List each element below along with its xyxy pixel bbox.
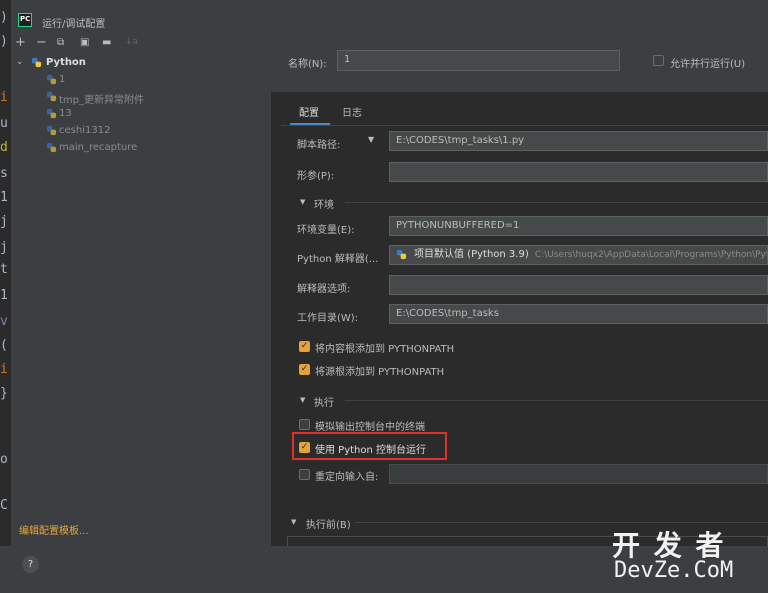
editor-code-char: C bbox=[0, 498, 8, 513]
params-field[interactable] bbox=[389, 162, 768, 182]
editor-code-char: } bbox=[0, 386, 8, 401]
name-label: 名称(N): bbox=[288, 59, 327, 70]
script-path-label: 脚本路径: bbox=[297, 140, 341, 151]
python-config-icon bbox=[46, 125, 57, 136]
editor-code-char: v bbox=[0, 314, 8, 329]
help-button[interactable]: ? bbox=[22, 556, 39, 573]
interpreter-python-icon bbox=[396, 249, 407, 260]
tree-item[interactable]: main_recapture bbox=[59, 142, 137, 153]
editor-code-char: j bbox=[0, 240, 8, 255]
interp-options-label: 解释器选项: bbox=[297, 284, 351, 295]
env-vars-label: 环境变量(E): bbox=[297, 225, 355, 236]
editor-code-char: 1 bbox=[0, 288, 8, 303]
allow-parallel-label: 允许并行运行(U) bbox=[670, 59, 746, 70]
script-type-dropdown-icon[interactable]: ▼ bbox=[368, 135, 374, 144]
tree-item[interactable]: 13 bbox=[59, 108, 72, 119]
emulate-terminal-label: 模拟输出控制台中的终端 bbox=[315, 422, 425, 433]
interpreter-select[interactable]: 项目默认值 (Python 3.9) C:\Users\huqx2\AppDat… bbox=[389, 245, 768, 265]
exec-section-line bbox=[345, 400, 768, 401]
tab-config[interactable]: 配置 bbox=[299, 104, 319, 119]
tab-divider bbox=[281, 125, 768, 126]
exec-section-title: 执行 bbox=[314, 398, 334, 409]
editor-code-char: d bbox=[0, 140, 8, 155]
python-config-icon bbox=[46, 142, 57, 153]
interpreter-label: Python 解释器(... bbox=[297, 254, 379, 265]
tree-item[interactable]: tmp_更新异常附件 bbox=[59, 91, 144, 106]
redirect-input-label: 重定向输入自: bbox=[315, 472, 379, 483]
edit-templates-link[interactable]: 编辑配置模板... bbox=[19, 522, 89, 537]
before-launch-collapse-icon[interactable]: ▼ bbox=[291, 518, 296, 526]
save-config-icon[interactable]: ▣ bbox=[80, 37, 89, 48]
editor-code-char: i bbox=[0, 90, 8, 105]
copy-config-icon[interactable]: ⧉ bbox=[57, 37, 64, 48]
env-section-collapse-icon[interactable]: ▼ bbox=[300, 198, 305, 206]
interpreter-value: 项目默认值 (Python 3.9) bbox=[414, 249, 529, 260]
before-launch-title: 执行前(B) bbox=[306, 520, 351, 531]
editor-code-char: ) bbox=[0, 10, 8, 25]
emulate-terminal-checkbox[interactable] bbox=[299, 419, 310, 430]
editor-code-char: u bbox=[0, 116, 8, 131]
python-config-icon bbox=[46, 108, 57, 119]
left-toolbar bbox=[11, 32, 271, 54]
editor-code-char: t bbox=[0, 262, 8, 277]
window-title: 运行/调试配置 bbox=[42, 19, 106, 30]
params-label: 形参(P): bbox=[297, 171, 335, 182]
tree-item[interactable]: 1 bbox=[59, 74, 65, 85]
env-section-title: 环境 bbox=[314, 200, 334, 211]
add-content-roots-label: 将内容根添加到 PYTHONPATH bbox=[315, 344, 455, 355]
title-bar bbox=[0, 0, 768, 32]
editor-code-char: j bbox=[0, 214, 8, 229]
sort-configs-icon[interactable]: ↓a bbox=[125, 37, 138, 47]
before-launch-line bbox=[355, 522, 768, 523]
allow-parallel-checkbox[interactable] bbox=[653, 55, 664, 66]
python-config-icon bbox=[46, 91, 57, 102]
env-vars-field[interactable]: PYTHONUNBUFFERED=1 bbox=[389, 216, 768, 236]
redirect-input-checkbox[interactable] bbox=[299, 469, 310, 480]
editor-code-char: 1 bbox=[0, 190, 8, 205]
help-icon: ? bbox=[27, 559, 34, 570]
tree-expand-chevron-icon[interactable]: ⌄ bbox=[16, 57, 24, 67]
env-section-line bbox=[345, 202, 768, 203]
watermark-bottom: DevZe.CoM bbox=[614, 558, 734, 583]
move-to-folder-icon[interactable]: ▬ bbox=[102, 37, 111, 48]
editor-code-char: o bbox=[0, 452, 8, 467]
name-field[interactable]: 1 bbox=[337, 50, 620, 71]
app-logo-icon: PC bbox=[18, 13, 32, 27]
tab-logs[interactable]: 日志 bbox=[342, 104, 362, 119]
use-python-console-checkbox[interactable]: ✓ bbox=[299, 442, 310, 453]
interpreter-path: C:\Users\huqx2\AppData\Local\Programs\Py… bbox=[534, 250, 768, 260]
editor-code-char: s bbox=[0, 166, 8, 181]
add-content-roots-checkbox[interactable]: ✓ bbox=[299, 341, 310, 352]
editor-code-char: ( bbox=[0, 338, 8, 353]
workdir-field[interactable]: E:\CODES\tmp_tasks bbox=[389, 304, 768, 324]
add-source-roots-label: 将源根添加到 PYTHONPATH bbox=[315, 367, 445, 378]
remove-config-icon[interactable]: − bbox=[36, 35, 47, 50]
tree-item[interactable]: ceshi1312 bbox=[59, 125, 110, 136]
tree-root-python[interactable]: Python bbox=[46, 57, 86, 68]
redirect-input-field[interactable] bbox=[389, 464, 768, 484]
interp-options-field[interactable] bbox=[389, 275, 768, 295]
editor-code-char: ) bbox=[0, 34, 8, 49]
exec-section-collapse-icon[interactable]: ▼ bbox=[300, 396, 305, 404]
python-config-icon bbox=[46, 74, 57, 85]
use-python-console-label: 使用 Python 控制台运行 bbox=[315, 445, 427, 456]
script-path-field[interactable]: E:\CODES\tmp_tasks\1.py bbox=[389, 131, 768, 151]
add-source-roots-checkbox[interactable]: ✓ bbox=[299, 364, 310, 375]
editor-code-char: i bbox=[0, 362, 8, 377]
python-icon bbox=[31, 57, 42, 68]
workdir-label: 工作目录(W): bbox=[297, 313, 359, 324]
add-config-icon[interactable]: + bbox=[15, 35, 26, 50]
